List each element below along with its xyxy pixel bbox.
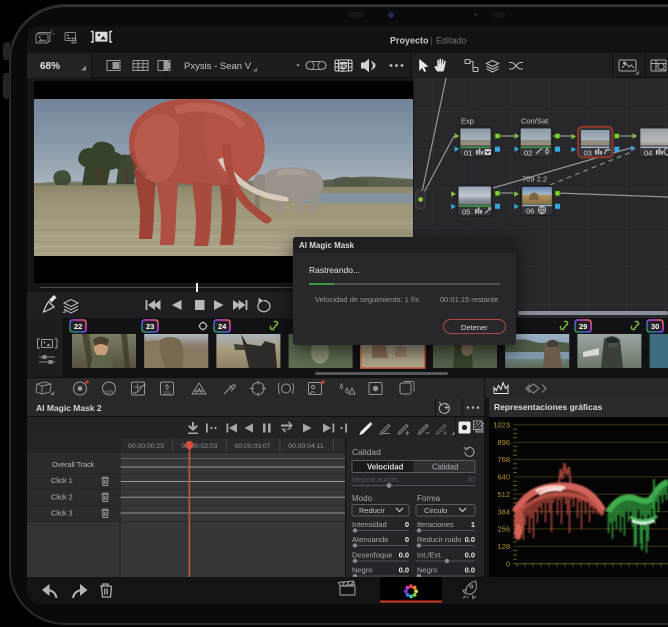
svg-text:Click 3: Click 3 (51, 508, 73, 517)
svg-text:709 2.2: 709 2.2 (522, 175, 547, 184)
svg-text:23: 23 (146, 322, 154, 331)
svg-text:Editado: Editado (436, 36, 467, 46)
svg-text:Iteraciones: Iteraciones (417, 520, 454, 529)
svg-text:Reducir ruido: Reducir ruido (417, 535, 462, 544)
svg-text:Proyecto: Proyecto (390, 36, 429, 46)
svg-text:384: 384 (497, 507, 510, 516)
svg-text:0: 0 (405, 535, 409, 544)
svg-text:29: 29 (579, 322, 587, 331)
svg-text:0.0: 0.0 (465, 535, 475, 544)
svg-text:HDR: HDR (104, 390, 114, 395)
svg-text:Intensidad: Intensidad (352, 520, 387, 529)
svg-text:512: 512 (497, 490, 510, 499)
svg-text:0.0: 0.0 (399, 566, 409, 575)
svg-text:02: 02 (524, 149, 532, 158)
svg-text:Atenuando: Atenuando (352, 535, 388, 544)
svg-text:00:00:03:07: 00:00:03:07 (235, 443, 271, 450)
svg-text:1023: 1023 (493, 421, 510, 430)
svg-text:Exp: Exp (461, 117, 474, 126)
svg-text:22: 22 (74, 322, 82, 331)
svg-text:30: 30 (467, 475, 475, 484)
svg-text:68%: 68% (40, 61, 60, 72)
svg-text:AI Magic Mask 2: AI Magic Mask 2 (36, 403, 102, 413)
svg-text:Desenfoque: Desenfoque (352, 551, 392, 560)
svg-text:768: 768 (497, 455, 510, 464)
svg-text:Calidad: Calidad (432, 463, 458, 472)
svg-text:0.0: 0.0 (465, 566, 475, 575)
svg-text:Con/Sat: Con/Sat (521, 117, 549, 126)
svg-text:256: 256 (497, 525, 510, 534)
svg-text:0: 0 (405, 520, 409, 529)
svg-text:|: | (431, 36, 433, 46)
svg-text:0.0: 0.0 (465, 551, 475, 560)
svg-text:03: 03 (584, 149, 592, 158)
svg-text:Int./Ext.: Int./Ext. (417, 551, 442, 560)
svg-text:896: 896 (497, 438, 510, 447)
svg-text:Overall Track: Overall Track (52, 460, 95, 469)
svg-text:1: 1 (471, 520, 475, 529)
svg-text:05: 05 (462, 208, 470, 217)
svg-text:06: 06 (526, 207, 534, 216)
svg-text:Velocidad: Velocidad (367, 463, 404, 472)
svg-text:Forma: Forma (417, 494, 441, 503)
svg-text:30: 30 (651, 322, 659, 331)
svg-text:Modo: Modo (352, 494, 373, 503)
svg-text:Reducir: Reducir (359, 506, 385, 515)
svg-text:128: 128 (497, 542, 510, 551)
svg-text:HQ: HQ (340, 64, 349, 70)
svg-text:Click 2: Click 2 (51, 492, 73, 501)
svg-text:04: 04 (644, 149, 652, 158)
svg-text:Mejora autom.: Mejora autom. (352, 475, 400, 484)
svg-text:Click 1: Click 1 (51, 476, 73, 485)
svg-text:Pxysis - Sean V: Pxysis - Sean V (184, 61, 252, 72)
svg-text:Calidad: Calidad (352, 447, 381, 457)
svg-text:24: 24 (218, 322, 227, 331)
svg-text:Negro: Negro (352, 566, 372, 575)
svg-text:640: 640 (497, 473, 510, 482)
svg-text:00:00:04:11: 00:00:04:11 (288, 443, 324, 450)
svg-text:Negro: Negro (417, 566, 437, 575)
svg-text:00:00:00:23: 00:00:00:23 (128, 443, 164, 450)
svg-text:0: 0 (506, 559, 510, 568)
svg-text:0.0: 0.0 (399, 551, 409, 560)
svg-text:Circulo: Circulo (424, 506, 447, 515)
svg-text:01: 01 (464, 149, 472, 158)
